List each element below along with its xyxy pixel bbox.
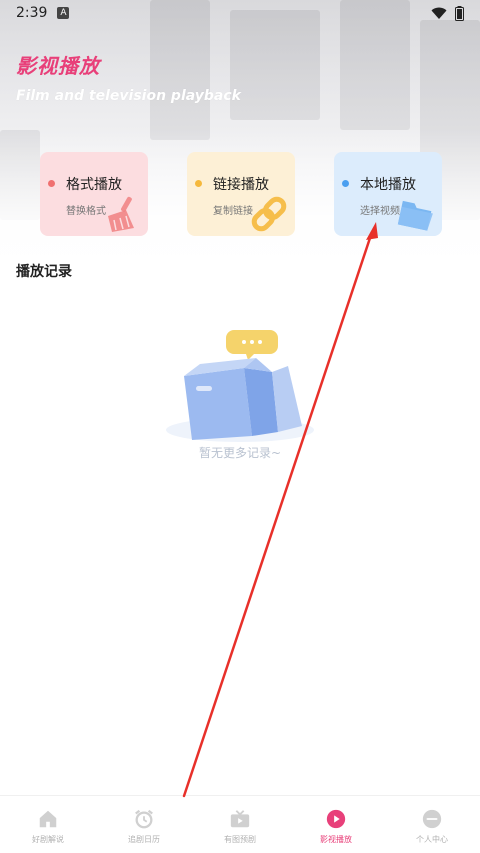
profile-icon <box>422 809 442 829</box>
nav-item-profile[interactable]: 个人中心 <box>384 796 480 853</box>
nav-item-preview[interactable]: 有图预剧 <box>192 796 288 853</box>
nav-label: 好剧解说 <box>32 835 64 844</box>
card-subtitle: 替换格式 <box>66 206 106 217</box>
card-subtitle: 复制链接 <box>213 206 253 217</box>
home-icon <box>39 810 57 828</box>
tv-icon <box>230 810 250 828</box>
card-title: 本地播放 <box>360 177 416 193</box>
link-play-card[interactable]: 链接播放 复制链接 <box>187 152 295 236</box>
nav-item-home[interactable]: 好剧解说 <box>0 796 96 853</box>
nav-label: 追剧日历 <box>128 835 160 844</box>
local-play-card[interactable]: 本地播放 选择视频 <box>334 152 442 236</box>
alarm-clock-icon <box>135 809 153 829</box>
nav-label: 影视播放 <box>320 835 352 844</box>
chain-link-icon <box>251 196 287 232</box>
wifi-icon <box>431 7 447 19</box>
folder-icon <box>397 200 433 231</box>
card-dot <box>342 180 349 187</box>
battery-icon <box>455 5 464 21</box>
empty-box-illustration <box>166 330 314 442</box>
nav-label: 有图预剧 <box>224 835 256 844</box>
nav-item-video-play[interactable]: 影视播放 <box>288 796 384 853</box>
card-dot <box>195 180 202 187</box>
card-subtitle: 选择视频 <box>360 206 400 217</box>
header-background <box>0 0 480 290</box>
card-dot <box>48 180 55 187</box>
broom-icon <box>108 196 134 232</box>
page-title: 影视播放 <box>16 54 100 78</box>
play-circle-icon <box>326 809 346 829</box>
nav-label: 个人中心 <box>416 835 448 844</box>
format-play-card[interactable]: 格式播放 替换格式 <box>40 152 148 236</box>
notification-icon: A <box>57 7 70 19</box>
records-section-title: 播放记录 <box>16 264 72 280</box>
empty-records-text: 暂无更多记录~ <box>198 446 282 460</box>
nav-item-calendar[interactable]: 追剧日历 <box>96 796 192 853</box>
card-title: 链接播放 <box>213 177 269 193</box>
status-time: 2:39 <box>16 5 48 21</box>
page-subtitle: Film and television playback <box>16 88 241 104</box>
card-title: 格式播放 <box>66 177 122 193</box>
status-bar: 2:39 A <box>0 0 480 26</box>
bottom-nav: 好剧解说 追剧日历 有图预剧 影视播放 个人中心 <box>0 795 480 853</box>
